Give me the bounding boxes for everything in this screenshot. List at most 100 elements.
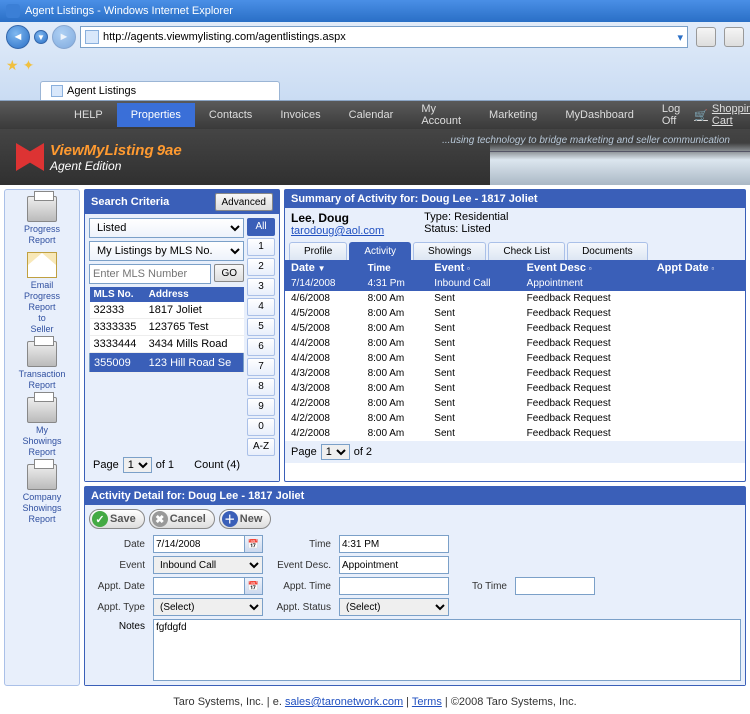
activity-row[interactable]: 4/3/20088:00 AmSentFeedback Request <box>285 366 745 381</box>
activity-row[interactable]: 4/6/20088:00 AmSentFeedback Request <box>285 291 745 306</box>
event-select[interactable]: Inbound Call <box>153 556 263 574</box>
col-address[interactable]: Address <box>145 287 244 302</box>
left-sidebar: ProgressReport EmailProgressReporttoSelle… <box>4 189 80 686</box>
page-4[interactable]: 4 <box>247 298 275 316</box>
activity-row[interactable]: 4/2/20088:00 AmSentFeedback Request <box>285 411 745 426</box>
menu-properties[interactable]: Properties <box>117 103 195 127</box>
activity-row[interactable]: 7/14/20084:31 PmInbound CallAppointment <box>285 276 745 291</box>
eventdesc-input[interactable] <box>339 556 449 574</box>
listing-row[interactable]: 33334443434 Mills Road <box>90 336 244 353</box>
footer-email[interactable]: sales@taronetwork.com <box>285 696 403 708</box>
calendar-icon[interactable]: 📅 <box>245 577 263 595</box>
tab-profile[interactable]: Profile <box>289 242 347 260</box>
go-button[interactable] <box>724 27 744 47</box>
footer: Taro Systems, Inc. | e. sales@taronetwor… <box>0 690 750 714</box>
sidebar-progress-report[interactable]: ProgressReport <box>24 196 60 246</box>
activity-row[interactable]: 4/5/20088:00 AmSentFeedback Request <box>285 321 745 336</box>
page-A-Z[interactable]: A-Z <box>247 438 275 456</box>
date-input[interactable] <box>153 535 245 553</box>
summary-title: Summary of Activity for: Doug Lee - 1817… <box>285 190 745 208</box>
activity-row[interactable]: 4/2/20088:00 AmSentFeedback Request <box>285 396 745 411</box>
page-0[interactable]: 0 <box>247 418 275 436</box>
filter-select[interactable]: My Listings by MLS No. <box>89 241 244 261</box>
listing-row[interactable]: 3333335123765 Test <box>90 319 244 336</box>
listings-table: MLS No.Address 323331817 Joliet333333512… <box>89 287 244 373</box>
page-All[interactable]: All <box>247 218 275 236</box>
activity-row[interactable]: 4/4/20088:00 AmSentFeedback Request <box>285 336 745 351</box>
page-6[interactable]: 6 <box>247 338 275 356</box>
cancel-button[interactable]: ✖Cancel <box>149 509 215 529</box>
menu-logoff[interactable]: Log Off <box>648 97 694 133</box>
summary-panel: Summary of Activity for: Doug Lee - 1817… <box>284 189 746 482</box>
menu-marketing[interactable]: Marketing <box>475 103 551 127</box>
calendar-icon[interactable]: 📅 <box>245 535 263 553</box>
browser-tab[interactable]: Agent Listings <box>40 81 280 100</box>
forward-button[interactable]: ► <box>52 25 76 49</box>
mls-go-button[interactable]: GO <box>214 264 244 282</box>
menu-contacts[interactable]: Contacts <box>195 103 266 127</box>
appttime-input[interactable] <box>339 577 449 595</box>
ie-icon <box>6 4 20 18</box>
notes-textarea[interactable]: fgfdgfd <box>153 619 741 681</box>
totime-input[interactable] <box>515 577 595 595</box>
col-time[interactable]: Time <box>362 260 429 276</box>
page-1[interactable]: 1 <box>247 238 275 256</box>
brand-banner: ViewMyListing 9ae Agent Edition ...using… <box>0 129 750 185</box>
back-dropdown[interactable]: ▼ <box>34 30 48 44</box>
appttype-select[interactable]: (Select) <box>153 598 263 616</box>
activity-page-select[interactable]: 1 <box>321 444 350 460</box>
page-7[interactable]: 7 <box>247 358 275 376</box>
time-input[interactable] <box>339 535 449 553</box>
page-9[interactable]: 9 <box>247 398 275 416</box>
col-mls[interactable]: MLS No. <box>90 287 145 302</box>
menu-help[interactable]: HELP <box>60 103 117 127</box>
back-button[interactable]: ◄ <box>6 25 30 49</box>
activity-row[interactable]: 4/4/20088:00 AmSentFeedback Request <box>285 351 745 366</box>
refresh-button[interactable] <box>696 27 716 47</box>
advanced-button[interactable]: Advanced <box>215 193 273 211</box>
tab-activity[interactable]: Activity <box>349 242 411 260</box>
tab-checklist[interactable]: Check List <box>488 242 565 260</box>
sidebar-transaction-report[interactable]: TransactionReport <box>19 341 66 391</box>
apptstatus-select[interactable]: (Select) <box>339 598 449 616</box>
listing-row[interactable]: 323331817 Joliet <box>90 302 244 319</box>
new-button[interactable]: ＋New <box>219 509 272 529</box>
page-3[interactable]: 3 <box>247 278 275 296</box>
save-button[interactable]: ✓Save <box>89 509 145 529</box>
logo-icon <box>16 143 44 171</box>
sidebar-company-showings-report[interactable]: CompanyShowingsReport <box>22 464 61 525</box>
col-apptdate[interactable]: Appt Date ▫ <box>651 260 745 276</box>
shopping-cart-link[interactable]: 🛒 Shopping Cart <box>694 103 750 127</box>
contact-email[interactable]: tarodoug@aol.com <box>291 225 384 237</box>
tab-documents[interactable]: Documents <box>567 242 648 260</box>
page-2[interactable]: 2 <box>247 258 275 276</box>
sidebar-my-showings-report[interactable]: MyShowingsReport <box>22 397 61 458</box>
menu-myaccount[interactable]: My Account <box>407 97 475 133</box>
printer-icon <box>27 341 57 367</box>
url-input[interactable] <box>103 31 677 43</box>
listing-row[interactable]: 355009123 Hill Road Se <box>90 353 244 373</box>
activity-row[interactable]: 4/5/20088:00 AmSentFeedback Request <box>285 306 745 321</box>
col-eventdesc[interactable]: Event Desc ▫ <box>521 260 651 276</box>
page-select[interactable]: 1 <box>123 457 152 473</box>
col-date[interactable]: Date ▼ <box>285 260 362 276</box>
sidebar-email-progress-report-to-seller[interactable]: EmailProgressReporttoSeller <box>24 252 60 335</box>
page-8[interactable]: 8 <box>247 378 275 396</box>
addr-dropdown[interactable]: ▾ <box>677 31 683 44</box>
address-bar[interactable]: ▾ <box>80 26 688 48</box>
col-event[interactable]: Event ▫ <box>428 260 520 276</box>
add-favorite-icon[interactable]: ✦ <box>23 57 35 74</box>
mls-input[interactable] <box>89 264 211 284</box>
activity-row[interactable]: 4/3/20088:00 AmSentFeedback Request <box>285 381 745 396</box>
apptdate-input[interactable] <box>153 577 245 595</box>
tab-showings[interactable]: Showings <box>413 242 486 260</box>
status-select[interactable]: Listed <box>89 218 244 238</box>
menu-calendar[interactable]: Calendar <box>335 103 408 127</box>
favorites-icon[interactable]: ★ <box>6 57 19 74</box>
search-title: Search Criteria <box>91 196 169 208</box>
page-5[interactable]: 5 <box>247 318 275 336</box>
menu-invoices[interactable]: Invoices <box>266 103 334 127</box>
menu-dashboard[interactable]: MyDashboard <box>551 103 647 127</box>
activity-row[interactable]: 4/2/20088:00 AmSentFeedback Request <box>285 426 745 441</box>
footer-terms[interactable]: Terms <box>412 696 442 708</box>
